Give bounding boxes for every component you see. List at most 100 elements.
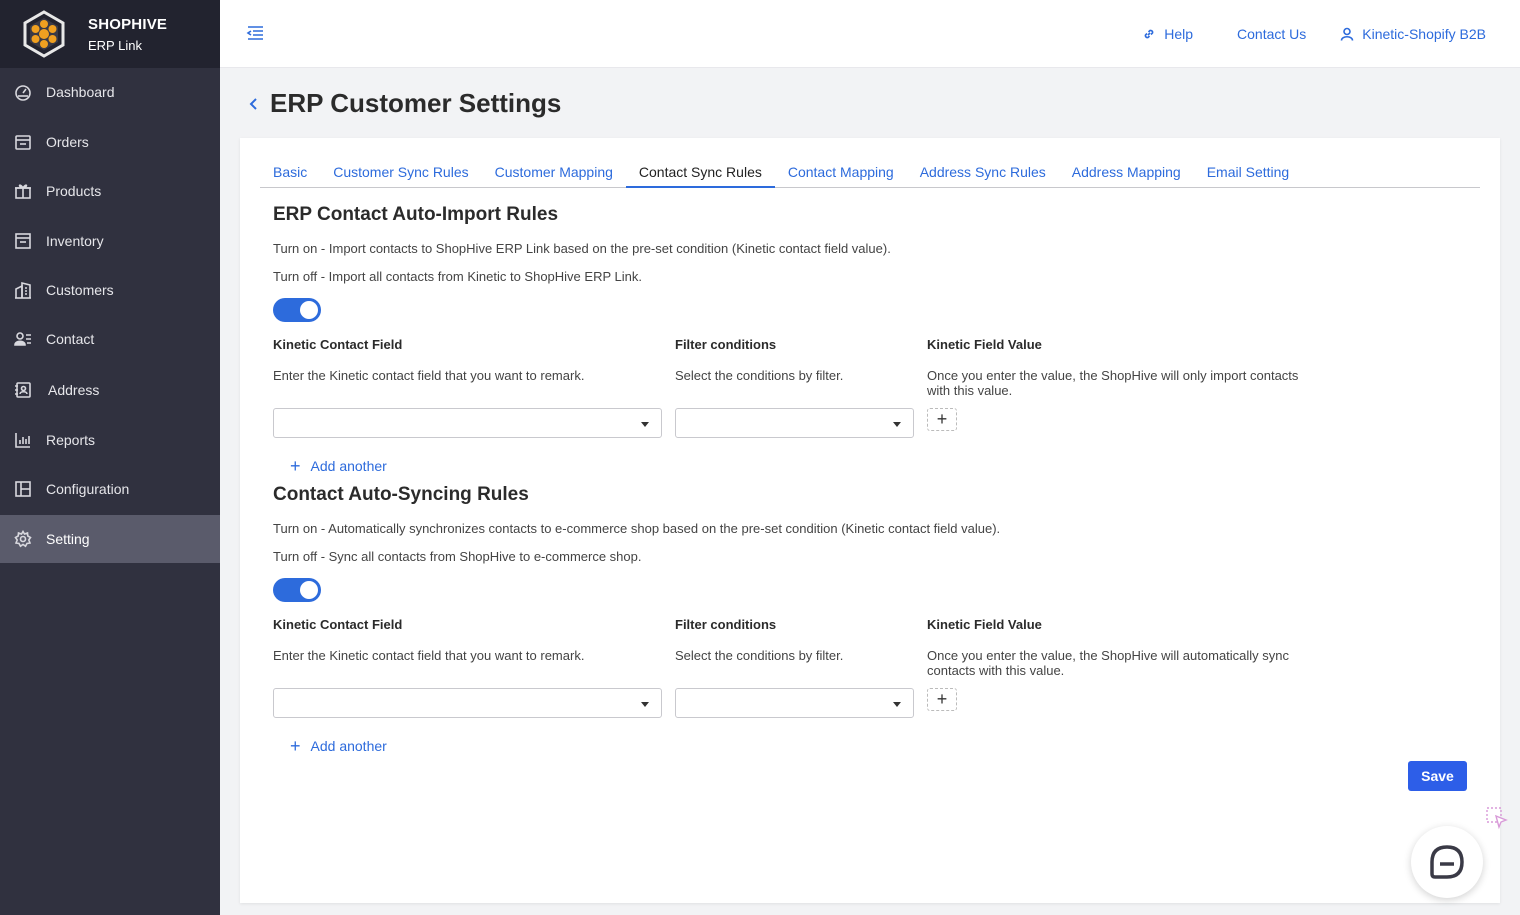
tab-address-sync-rules[interactable]: Address Sync Rules (907, 158, 1059, 188)
import-value-help-line-1: Once you enter the value, the ShopHive w… (927, 368, 1299, 383)
sidebar-item-label: Address (48, 382, 100, 398)
sidebar-item-contact[interactable]: Contact (0, 315, 220, 363)
sidebar-item-setting[interactable]: Setting (0, 515, 220, 563)
sync-rules-section: Contact Auto-Syncing Rules Turn on - Aut… (273, 484, 1373, 756)
import-rules-toggle[interactable] (273, 298, 321, 322)
sidebar-item-label: Inventory (46, 233, 104, 249)
sidebar-item-label: Setting (46, 531, 90, 547)
user-icon (1340, 27, 1354, 41)
account-menu[interactable]: Kinetic-Shopify B2B (1340, 26, 1486, 42)
import-filter-help: Select the conditions by filter. (675, 368, 844, 383)
import-add-another-button[interactable]: + Add another (290, 456, 387, 476)
sync-filter-label: Filter conditions (675, 617, 777, 632)
account-label: Kinetic-Shopify B2B (1362, 26, 1486, 42)
chat-icon (1430, 845, 1464, 879)
sidebar: SHOPHIVE ERP Link Dashboard Orders Produ… (0, 0, 220, 915)
plus-icon: + (936, 409, 948, 429)
import-rules-section: ERP Contact Auto-Import Rules Turn on - … (273, 204, 1373, 476)
sync-rules-title: Contact Auto-Syncing Rules (273, 484, 529, 505)
sync-value-label: Kinetic Field Value (927, 617, 1042, 632)
sidebar-item-configuration[interactable]: Configuration (0, 465, 220, 513)
sidebar-item-reports[interactable]: Reports (0, 416, 220, 464)
sync-turn-off-text: Turn off - Sync all contacts from ShopHi… (273, 549, 642, 564)
plus-icon: + (290, 736, 301, 756)
help-link[interactable]: Help (1142, 26, 1193, 42)
plus-icon: + (936, 689, 948, 709)
inventory-icon (14, 232, 32, 250)
gear-icon (14, 530, 32, 548)
tab-customer-sync-rules[interactable]: Customer Sync Rules (320, 158, 481, 188)
sidebar-item-label: Products (46, 183, 102, 199)
menu-collapse-icon[interactable] (246, 24, 264, 42)
sidebar-item-label: Customers (46, 282, 114, 298)
sidebar-item-label: Dashboard (46, 84, 115, 100)
add-another-label: Add another (310, 458, 387, 474)
tab-customer-mapping[interactable]: Customer Mapping (482, 158, 626, 188)
import-rules-title: ERP Contact Auto-Import Rules (273, 204, 559, 225)
tab-contact-sync-rules[interactable]: Contact Sync Rules (625, 158, 775, 188)
building-icon (14, 281, 32, 299)
sync-add-value-button[interactable]: + (927, 688, 957, 711)
caret-down-icon (641, 702, 649, 707)
sync-contact-field-select[interactable] (273, 688, 662, 718)
sidebar-item-label: Configuration (46, 481, 130, 497)
import-filter-select[interactable] (675, 408, 914, 438)
sidebar-item-label: Orders (46, 134, 89, 150)
import-value-label: Kinetic Field Value (927, 337, 1042, 352)
help-label: Help (1164, 26, 1194, 42)
tab-contact-mapping[interactable]: Contact Mapping (775, 158, 907, 188)
brand-subtitle: ERP Link (88, 37, 142, 53)
settings-card: Basic Customer Sync Rules Customer Mappi… (240, 138, 1500, 903)
sidebar-item-products[interactable]: Products (0, 167, 220, 215)
sync-filter-select[interactable] (675, 688, 914, 718)
settings-tabs: Basic Customer Sync Rules Customer Mappi… (260, 158, 1480, 188)
select-cursor-icon[interactable] (1485, 806, 1509, 830)
sidebar-item-label: Contact (46, 331, 95, 347)
sidebar-item-orders[interactable]: Orders (0, 118, 220, 166)
page-header: ERP Customer Settings (246, 88, 561, 119)
sidebar-item-inventory[interactable]: Inventory (0, 217, 220, 265)
caret-down-icon (641, 422, 649, 427)
chat-widget-button[interactable] (1411, 826, 1483, 898)
contact-us-label: Contact Us (1237, 26, 1307, 42)
sync-value-help-line-2: contacts with this value. (927, 663, 1065, 678)
import-turn-on-text: Turn on - Import contacts to ShopHive ER… (273, 241, 891, 256)
dashboard-icon (14, 83, 32, 101)
plus-icon: + (290, 456, 301, 476)
import-value-help: Once you enter the value, the ShopHive w… (927, 368, 1298, 398)
save-button[interactable]: Save (1408, 761, 1467, 791)
sync-add-another-button[interactable]: + Add another (290, 736, 387, 756)
configuration-icon (14, 480, 32, 498)
sidebar-item-label: Reports (46, 432, 96, 448)
caret-down-icon (893, 702, 901, 707)
sync-field-label: Kinetic Contact Field (273, 617, 403, 632)
contact-icon (14, 330, 32, 348)
bar-chart-icon (14, 431, 32, 449)
import-field-help: Enter the Kinetic contact field that you… (273, 368, 585, 383)
sync-value-help: Once you enter the value, the ShopHive w… (927, 648, 1289, 678)
topbar: Help Contact Us Kinetic-Shopify B2B (220, 0, 1520, 68)
orders-icon (14, 133, 32, 151)
back-chevron-icon[interactable] (246, 96, 262, 112)
sidebar-item-dashboard[interactable]: Dashboard (0, 68, 220, 116)
import-value-help-line-2: with this value. (927, 383, 1013, 398)
import-add-value-button[interactable]: + (927, 408, 957, 431)
contact-us-link[interactable]: Contact Us (1237, 26, 1306, 42)
sync-turn-on-text: Turn on - Automatically synchronizes con… (273, 521, 1001, 536)
import-filter-label: Filter conditions (675, 337, 777, 352)
import-turn-off-text: Turn off - Import all contacts from Kine… (273, 269, 642, 284)
caret-down-icon (893, 422, 901, 427)
sync-value-help-line-1: Once you enter the value, the ShopHive w… (927, 648, 1290, 663)
sidebar-item-address[interactable]: Address (0, 366, 220, 414)
address-book-icon (14, 381, 32, 399)
import-contact-field-select[interactable] (273, 408, 662, 438)
tab-basic[interactable]: Basic (260, 158, 320, 188)
tab-email-setting[interactable]: Email Setting (1194, 158, 1302, 188)
add-another-label: Add another (310, 738, 387, 754)
brand-name: SHOPHIVE (88, 15, 168, 33)
sync-field-help: Enter the Kinetic contact field that you… (273, 648, 585, 663)
sidebar-item-customers[interactable]: Customers (0, 266, 220, 314)
tab-address-mapping[interactable]: Address Mapping (1059, 158, 1194, 188)
sync-rules-toggle[interactable] (273, 578, 321, 602)
brand[interactable]: SHOPHIVE ERP Link (0, 0, 220, 68)
